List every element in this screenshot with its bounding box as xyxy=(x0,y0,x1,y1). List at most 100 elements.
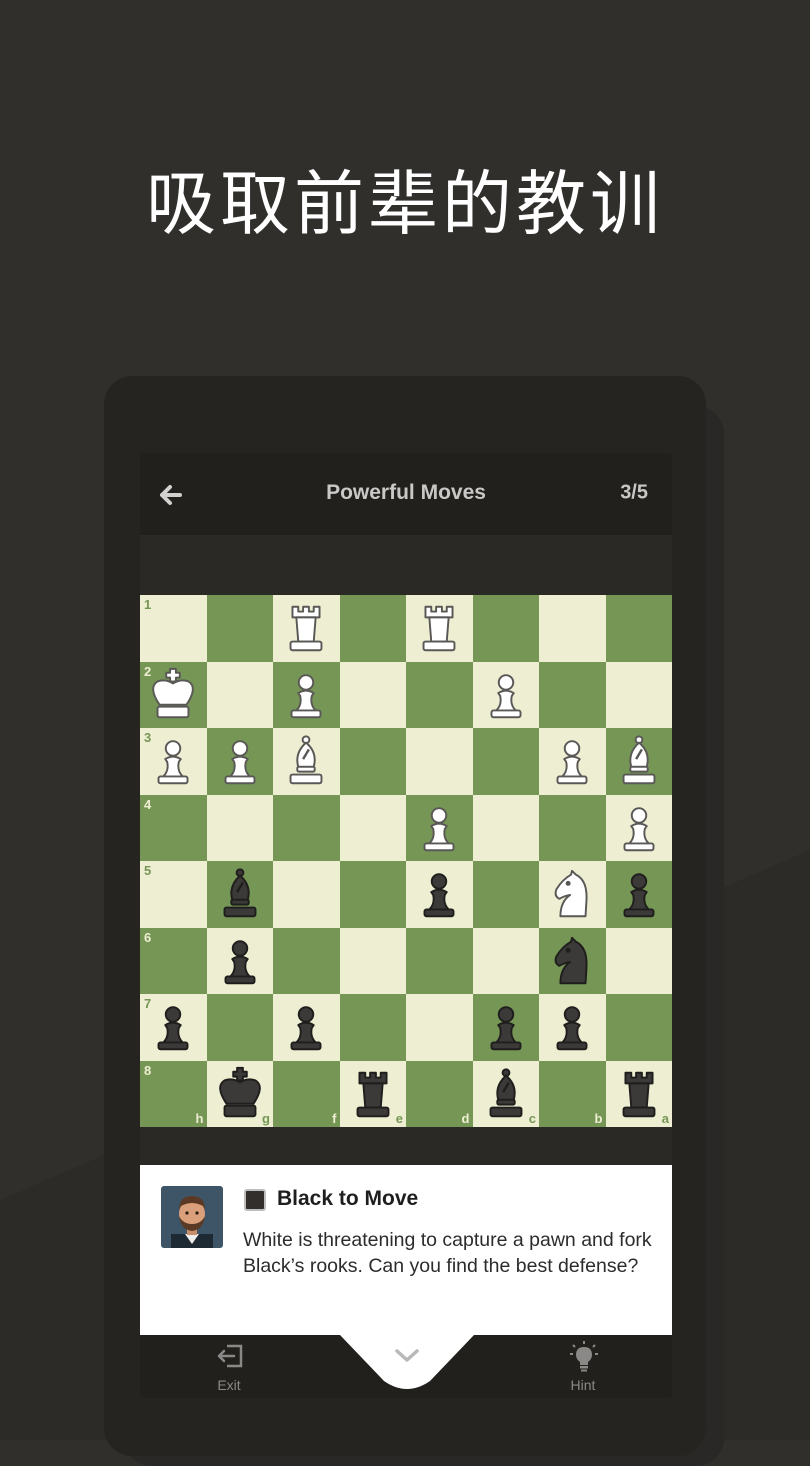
board-square[interactable] xyxy=(539,728,606,795)
board-square[interactable] xyxy=(539,794,606,861)
white-pawn-icon[interactable] xyxy=(211,732,269,790)
board-square[interactable] xyxy=(406,661,473,728)
white-king-icon[interactable] xyxy=(144,666,202,724)
board-square[interactable] xyxy=(406,927,473,994)
board-square[interactable] xyxy=(605,728,672,795)
board-square[interactable] xyxy=(273,595,340,662)
board-square[interactable]: c xyxy=(472,1060,539,1127)
board-square[interactable] xyxy=(605,794,672,861)
board-square[interactable]: 3 xyxy=(140,728,207,795)
board-square[interactable] xyxy=(206,728,273,795)
rank-label: 8 xyxy=(144,1062,152,1078)
board-square[interactable] xyxy=(206,794,273,861)
board-square[interactable] xyxy=(339,661,406,728)
board-square[interactable] xyxy=(273,861,340,928)
black-pawn-icon[interactable] xyxy=(410,865,468,923)
board-square[interactable]: b xyxy=(539,1060,606,1127)
white-knight-icon[interactable] xyxy=(543,865,601,923)
board-square[interactable] xyxy=(539,994,606,1061)
board-square[interactable] xyxy=(539,595,606,662)
board-square[interactable]: f xyxy=(273,1060,340,1127)
board-square[interactable] xyxy=(339,927,406,994)
coach-panel: Black to Move White is threatening to ca… xyxy=(140,1165,672,1335)
board-square[interactable]: 8h xyxy=(140,1060,207,1127)
board-square[interactable] xyxy=(472,794,539,861)
board-square[interactable] xyxy=(539,661,606,728)
rank-label: 3 xyxy=(144,730,152,745)
white-rook-icon[interactable] xyxy=(410,599,468,657)
board-square[interactable]: 2 xyxy=(140,661,207,728)
rank-label: 7 xyxy=(144,996,152,1011)
black-bishop-icon[interactable] xyxy=(211,865,269,923)
board-square[interactable] xyxy=(472,595,539,662)
expand-panel-button[interactable] xyxy=(340,1335,474,1391)
black-pawn-icon[interactable] xyxy=(477,998,535,1056)
board-square[interactable]: g xyxy=(206,1060,273,1127)
board-square[interactable] xyxy=(206,595,273,662)
board-square[interactable] xyxy=(406,595,473,662)
board-square[interactable] xyxy=(539,927,606,994)
board-square[interactable]: 6 xyxy=(140,927,207,994)
white-pawn-icon[interactable] xyxy=(277,666,335,724)
black-rook-icon[interactable] xyxy=(610,1065,668,1123)
board-square[interactable] xyxy=(206,994,273,1061)
white-rook-icon[interactable] xyxy=(277,599,335,657)
board-square[interactable] xyxy=(472,861,539,928)
black-knight-icon[interactable] xyxy=(543,932,601,990)
board-square[interactable] xyxy=(472,728,539,795)
board-square[interactable]: e xyxy=(339,1060,406,1127)
board-square[interactable] xyxy=(273,728,340,795)
exit-button[interactable]: Exit xyxy=(184,1335,274,1398)
board-square[interactable]: 5 xyxy=(140,861,207,928)
white-pawn-icon[interactable] xyxy=(477,666,535,724)
board-square[interactable] xyxy=(472,927,539,994)
board-square[interactable]: d xyxy=(406,1060,473,1127)
file-label: h xyxy=(195,1111,204,1126)
board-square[interactable] xyxy=(206,861,273,928)
board-square[interactable] xyxy=(472,994,539,1061)
app-bar: Powerful Moves 3/5 xyxy=(140,453,672,535)
black-pawn-icon[interactable] xyxy=(277,998,335,1056)
white-pawn-icon[interactable] xyxy=(610,799,668,857)
board-square[interactable] xyxy=(339,728,406,795)
white-pawn-icon[interactable] xyxy=(410,799,468,857)
board-square[interactable] xyxy=(206,661,273,728)
hint-button[interactable]: Hint xyxy=(538,1335,628,1398)
board-square[interactable] xyxy=(605,927,672,994)
board-square[interactable] xyxy=(406,861,473,928)
board-square[interactable] xyxy=(339,861,406,928)
board-square[interactable] xyxy=(206,927,273,994)
board-square[interactable] xyxy=(406,794,473,861)
board-square[interactable]: 1 xyxy=(140,595,207,662)
black-pawn-icon[interactable] xyxy=(211,932,269,990)
board-square[interactable]: a xyxy=(605,1060,672,1127)
board-square[interactable] xyxy=(605,595,672,662)
board-square[interactable] xyxy=(273,994,340,1061)
black-bishop-icon[interactable] xyxy=(477,1065,535,1123)
board-square[interactable] xyxy=(605,994,672,1061)
black-king-icon[interactable] xyxy=(211,1065,269,1123)
board-square[interactable] xyxy=(339,794,406,861)
board-square[interactable] xyxy=(539,861,606,928)
black-pawn-icon[interactable] xyxy=(144,998,202,1056)
board-square[interactable]: 7 xyxy=(140,994,207,1061)
white-bishop-icon[interactable] xyxy=(277,732,335,790)
board-square[interactable]: 4 xyxy=(140,794,207,861)
board-square[interactable] xyxy=(273,927,340,994)
black-pawn-icon[interactable] xyxy=(610,865,668,923)
black-pawn-icon[interactable] xyxy=(543,998,601,1056)
board-square[interactable] xyxy=(406,728,473,795)
board-square[interactable] xyxy=(339,595,406,662)
board-square[interactable] xyxy=(605,661,672,728)
board-square[interactable] xyxy=(339,994,406,1061)
white-pawn-icon[interactable] xyxy=(543,732,601,790)
exit-label: Exit xyxy=(217,1377,241,1393)
board-square[interactable] xyxy=(605,861,672,928)
white-bishop-icon[interactable] xyxy=(610,732,668,790)
white-pawn-icon[interactable] xyxy=(144,732,202,790)
board-square[interactable] xyxy=(406,994,473,1061)
board-square[interactable] xyxy=(273,661,340,728)
board-square[interactable] xyxy=(472,661,539,728)
black-rook-icon[interactable] xyxy=(344,1065,402,1123)
board-square[interactable] xyxy=(273,794,340,861)
